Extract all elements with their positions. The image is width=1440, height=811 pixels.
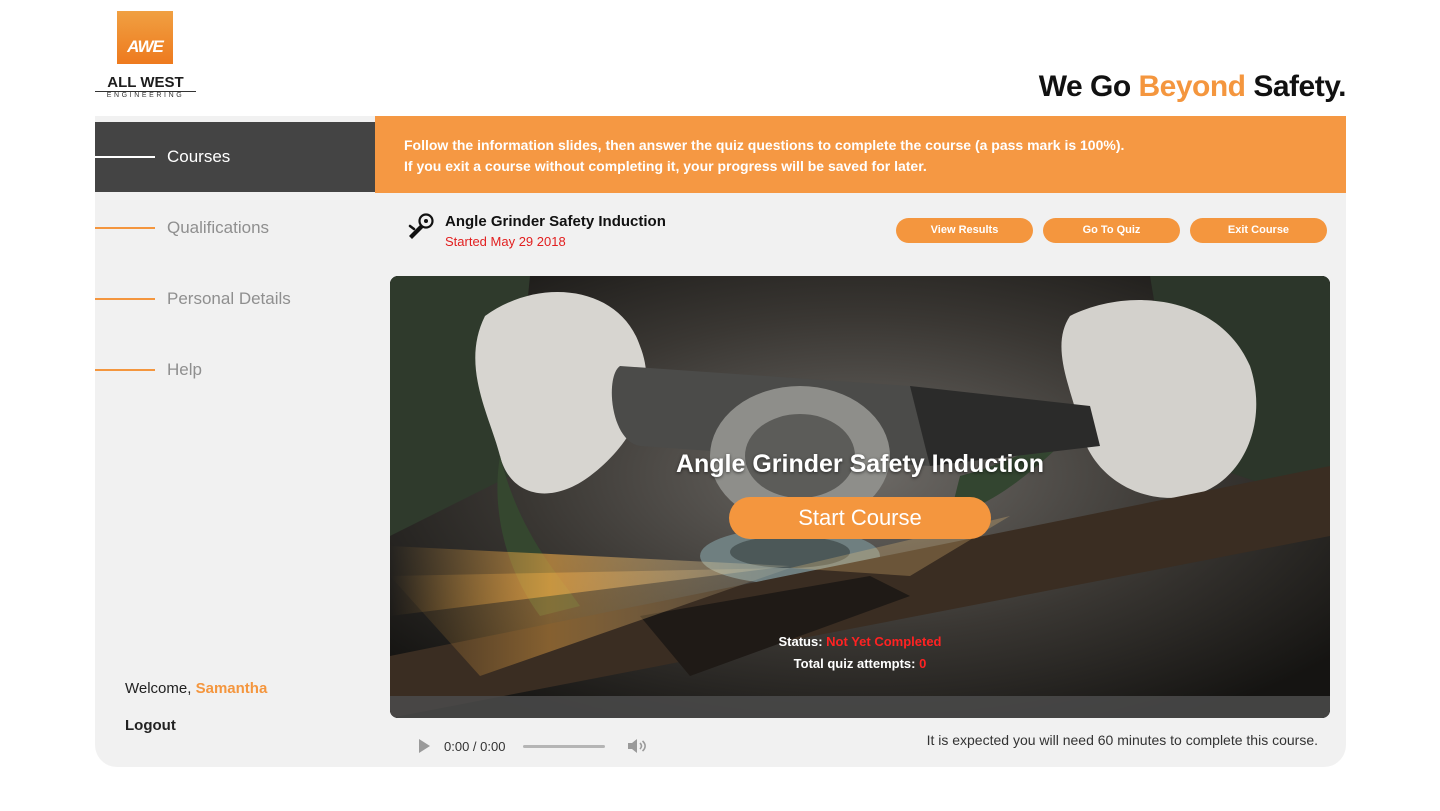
sidebar-item-personal-details[interactable]: Personal Details	[95, 264, 375, 334]
tagline: We Go Beyond Safety.	[1038, 70, 1347, 104]
nav-indicator	[95, 369, 155, 371]
main-content: Follow the information slides, then answ…	[375, 116, 1346, 767]
angle-grinder-icon	[408, 213, 434, 239]
nav-indicator	[95, 227, 155, 229]
attempts-label: Total quiz attempts:	[793, 656, 916, 671]
attempts-value: 0	[919, 656, 927, 671]
view-results-button[interactable]: View Results	[896, 218, 1033, 243]
course-title: Angle Grinder Safety Induction	[445, 213, 666, 230]
status-value: Not Yet Completed	[826, 634, 942, 649]
logo-subtitle: ENGINEERING	[95, 91, 196, 99]
sidebar-item-label: Qualifications	[167, 218, 270, 237]
tagline-prefix: We Go	[1038, 70, 1139, 103]
go-to-quiz-button[interactable]: Go To Quiz	[1043, 218, 1180, 243]
logo-mark: AWE	[117, 11, 173, 64]
play-icon[interactable]	[419, 739, 430, 753]
instructions-banner: Follow the information slides, then answ…	[375, 116, 1346, 193]
sidebar-item-label: Courses	[167, 147, 231, 166]
banner-line-1: Follow the information slides, then answ…	[404, 137, 1125, 153]
logout-link[interactable]: Logout	[125, 717, 176, 734]
welcome-label: Welcome,	[125, 680, 192, 697]
attempts-line: Total quiz attempts: 0	[390, 653, 1330, 675]
sidebar: Courses Qualifications Personal Details …	[95, 116, 375, 767]
status-line: Status: Not Yet Completed	[390, 631, 1330, 653]
company-logo[interactable]: AWE ALL WEST ENGINEERING	[95, 10, 196, 102]
course-status: Status: Not Yet Completed Total quiz att…	[390, 631, 1330, 675]
tagline-suffix: Safety.	[1245, 70, 1346, 103]
sidebar-item-courses[interactable]: Courses	[95, 122, 375, 192]
audio-time: 0:00 / 0:00	[444, 738, 506, 754]
tagline-accent: Beyond	[1138, 70, 1246, 103]
nav-indicator	[95, 298, 155, 300]
volume-icon[interactable]	[627, 738, 647, 754]
status-label: Status:	[778, 634, 823, 649]
audio-progress-slider[interactable]	[523, 744, 606, 748]
course-start-date: Started May 29 2018	[445, 234, 566, 249]
hero-title: Angle Grinder Safety Induction	[675, 450, 1045, 478]
banner-line-2: If you exit a course without completing …	[404, 158, 927, 174]
course-hero: Angle Grinder Safety Induction Start Cou…	[390, 276, 1330, 718]
nav-indicator	[95, 156, 155, 158]
start-course-button[interactable]: Start Course	[729, 497, 991, 539]
expected-duration-note: It is expected you will need 60 minutes …	[926, 732, 1318, 748]
site-header: AWE ALL WEST ENGINEERING We Go Beyond Sa…	[95, 0, 1346, 116]
welcome-message: Welcome, Samantha	[125, 680, 267, 697]
sidebar-item-label: Personal Details	[167, 289, 291, 308]
exit-course-button[interactable]: Exit Course	[1190, 218, 1327, 243]
audio-player: 0:00 / 0:00	[405, 733, 665, 759]
sidebar-item-qualifications[interactable]: Qualifications	[95, 193, 375, 263]
logo-name: ALL WEST	[107, 74, 184, 91]
sidebar-item-help[interactable]: Help	[95, 335, 375, 405]
sidebar-item-label: Help	[167, 360, 202, 379]
user-name: Samantha	[195, 680, 268, 697]
logo-mark-text: AWE	[127, 37, 164, 56]
